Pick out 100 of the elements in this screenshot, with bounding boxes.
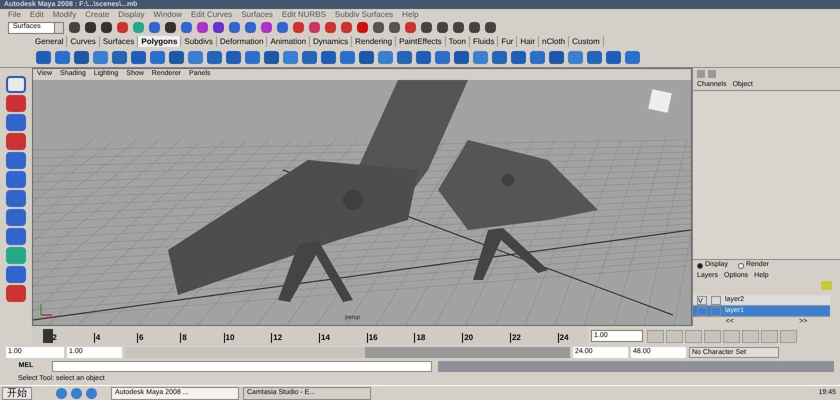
range-slider[interactable] bbox=[125, 347, 570, 358]
menu-item[interactable]: Subdiv Surfaces bbox=[334, 9, 394, 20]
status-icon[interactable] bbox=[149, 22, 160, 33]
shelf-tool-icon[interactable] bbox=[207, 50, 222, 64]
shelf-tool-icon[interactable] bbox=[378, 50, 393, 64]
shelf-tool-icon[interactable] bbox=[587, 50, 602, 64]
quick-launch-icon[interactable] bbox=[71, 388, 82, 398]
playback-control-icon[interactable] bbox=[742, 330, 759, 342]
command-input-field[interactable] bbox=[52, 360, 432, 372]
shelf-tool-icon[interactable] bbox=[416, 50, 431, 64]
menu-item[interactable]: Edit Curves bbox=[190, 9, 232, 20]
shelf-tool-icon[interactable] bbox=[55, 50, 70, 64]
shelf-tool-icon[interactable] bbox=[245, 50, 260, 64]
tool-icon[interactable] bbox=[6, 209, 26, 226]
shelf-tool-icon[interactable] bbox=[454, 50, 469, 64]
menu-item[interactable]: Help bbox=[402, 9, 419, 20]
tool-icon[interactable] bbox=[6, 114, 26, 131]
menu-item[interactable]: Display bbox=[118, 9, 144, 20]
shelf-tool-icon[interactable] bbox=[492, 50, 507, 64]
shelf-tool-icon[interactable] bbox=[568, 50, 583, 64]
status-icon[interactable] bbox=[277, 22, 288, 33]
playback-control-icon[interactable] bbox=[761, 330, 778, 342]
range-slider-handle[interactable] bbox=[125, 347, 366, 358]
tool-icon[interactable] bbox=[6, 76, 26, 93]
menu-item[interactable]: File bbox=[8, 9, 21, 20]
menu-item[interactable]: Modify bbox=[52, 9, 76, 20]
tool-icon[interactable] bbox=[6, 171, 26, 188]
status-icon[interactable] bbox=[437, 22, 448, 33]
tool-icon[interactable] bbox=[6, 133, 26, 150]
time-tick-label: 10 bbox=[224, 333, 234, 343]
shelf-tool-icon[interactable] bbox=[340, 50, 355, 64]
playback-control-icon[interactable] bbox=[666, 330, 683, 342]
tool-icon[interactable] bbox=[6, 228, 26, 245]
shelf-tool-icon[interactable] bbox=[530, 50, 545, 64]
time-slider[interactable]: 2 4 6 8 10 12 14 16 18 20 22 24 bbox=[32, 327, 587, 345]
playback-control-icon[interactable] bbox=[704, 330, 721, 342]
time-tick-label: 18 bbox=[414, 333, 426, 343]
shelf-tool-icon[interactable] bbox=[131, 50, 146, 64]
shelf-tool-icon[interactable] bbox=[549, 50, 564, 64]
playback-control-icon[interactable] bbox=[685, 330, 702, 342]
shelf-tool-icon[interactable] bbox=[112, 50, 127, 64]
shelf-tool-icon[interactable] bbox=[625, 50, 640, 64]
shelf-tool-icon[interactable] bbox=[74, 50, 89, 64]
radio-button[interactable] bbox=[697, 262, 703, 268]
radio-button[interactable] bbox=[738, 262, 744, 268]
shelf-tab[interactable]: General bbox=[32, 36, 68, 47]
status-icon[interactable] bbox=[373, 22, 384, 33]
playback-control-icon[interactable] bbox=[723, 330, 740, 342]
shelf-tool-icon[interactable] bbox=[169, 50, 184, 64]
shelf-tool-icon[interactable] bbox=[93, 50, 108, 64]
tool-icon[interactable] bbox=[6, 152, 26, 169]
shelf-tool-icon[interactable] bbox=[36, 50, 51, 64]
playback-control-icon[interactable] bbox=[780, 330, 797, 342]
shelf-tool-icon[interactable] bbox=[397, 50, 412, 64]
shelf-tool-icon[interactable] bbox=[606, 50, 621, 64]
status-icon[interactable] bbox=[229, 22, 240, 33]
status-icon[interactable] bbox=[181, 22, 192, 33]
status-icon[interactable] bbox=[165, 22, 176, 33]
status-icon[interactable] bbox=[69, 22, 80, 33]
shelf-tool-icon[interactable] bbox=[321, 50, 336, 64]
shelf-tool-icon[interactable] bbox=[188, 50, 203, 64]
tool-icon[interactable] bbox=[6, 95, 26, 112]
time-tick-label: 8 bbox=[180, 333, 187, 343]
shelf-tab[interactable]: Polygons bbox=[138, 36, 182, 47]
menu-item[interactable]: Edit bbox=[30, 9, 44, 20]
shelf-tool-icon[interactable] bbox=[359, 50, 374, 64]
shelf-tool-icon[interactable] bbox=[226, 50, 241, 64]
shelf-tool-icon[interactable] bbox=[150, 50, 165, 64]
status-icon[interactable] bbox=[389, 22, 400, 33]
view-cube-icon[interactable] bbox=[646, 88, 674, 114]
status-icon[interactable] bbox=[421, 22, 432, 33]
start-button[interactable]: 开始 bbox=[2, 386, 32, 400]
menu-item[interactable]: Edit NURBS bbox=[282, 9, 326, 20]
shelf-tool-icon[interactable] bbox=[473, 50, 488, 64]
status-icon[interactable] bbox=[469, 22, 480, 33]
quick-launch-icon[interactable] bbox=[56, 388, 67, 398]
current-time-marker[interactable] bbox=[43, 329, 54, 343]
menu-item[interactable]: Create bbox=[85, 9, 110, 20]
status-icon[interactable] bbox=[213, 22, 224, 33]
status-icon[interactable] bbox=[245, 22, 256, 33]
tool-icon[interactable] bbox=[6, 285, 26, 302]
shelf-tool-icon[interactable] bbox=[283, 50, 298, 64]
status-icon[interactable] bbox=[101, 22, 112, 33]
status-icon[interactable] bbox=[485, 22, 496, 33]
status-icon[interactable] bbox=[357, 22, 368, 33]
shelf-tool-icon[interactable] bbox=[264, 50, 279, 64]
menu-item[interactable]: Window bbox=[154, 9, 182, 20]
visibility-toggle[interactable] bbox=[697, 306, 707, 316]
status-icon[interactable] bbox=[85, 22, 96, 33]
status-icon[interactable] bbox=[453, 22, 464, 33]
quick-launch-icon[interactable] bbox=[86, 388, 97, 398]
shelf-tool-icon[interactable] bbox=[511, 50, 526, 64]
tool-icon[interactable] bbox=[6, 266, 26, 283]
shelf-tab[interactable]: Toon bbox=[446, 36, 470, 47]
shelf-tool-icon[interactable] bbox=[302, 50, 317, 64]
shelf-tool-icon[interactable] bbox=[435, 50, 450, 64]
tool-icon[interactable] bbox=[6, 190, 26, 207]
playback-control-icon[interactable] bbox=[647, 330, 664, 342]
time-tick-label: 16 bbox=[366, 333, 378, 343]
menu-item[interactable]: Surfaces bbox=[241, 9, 273, 20]
